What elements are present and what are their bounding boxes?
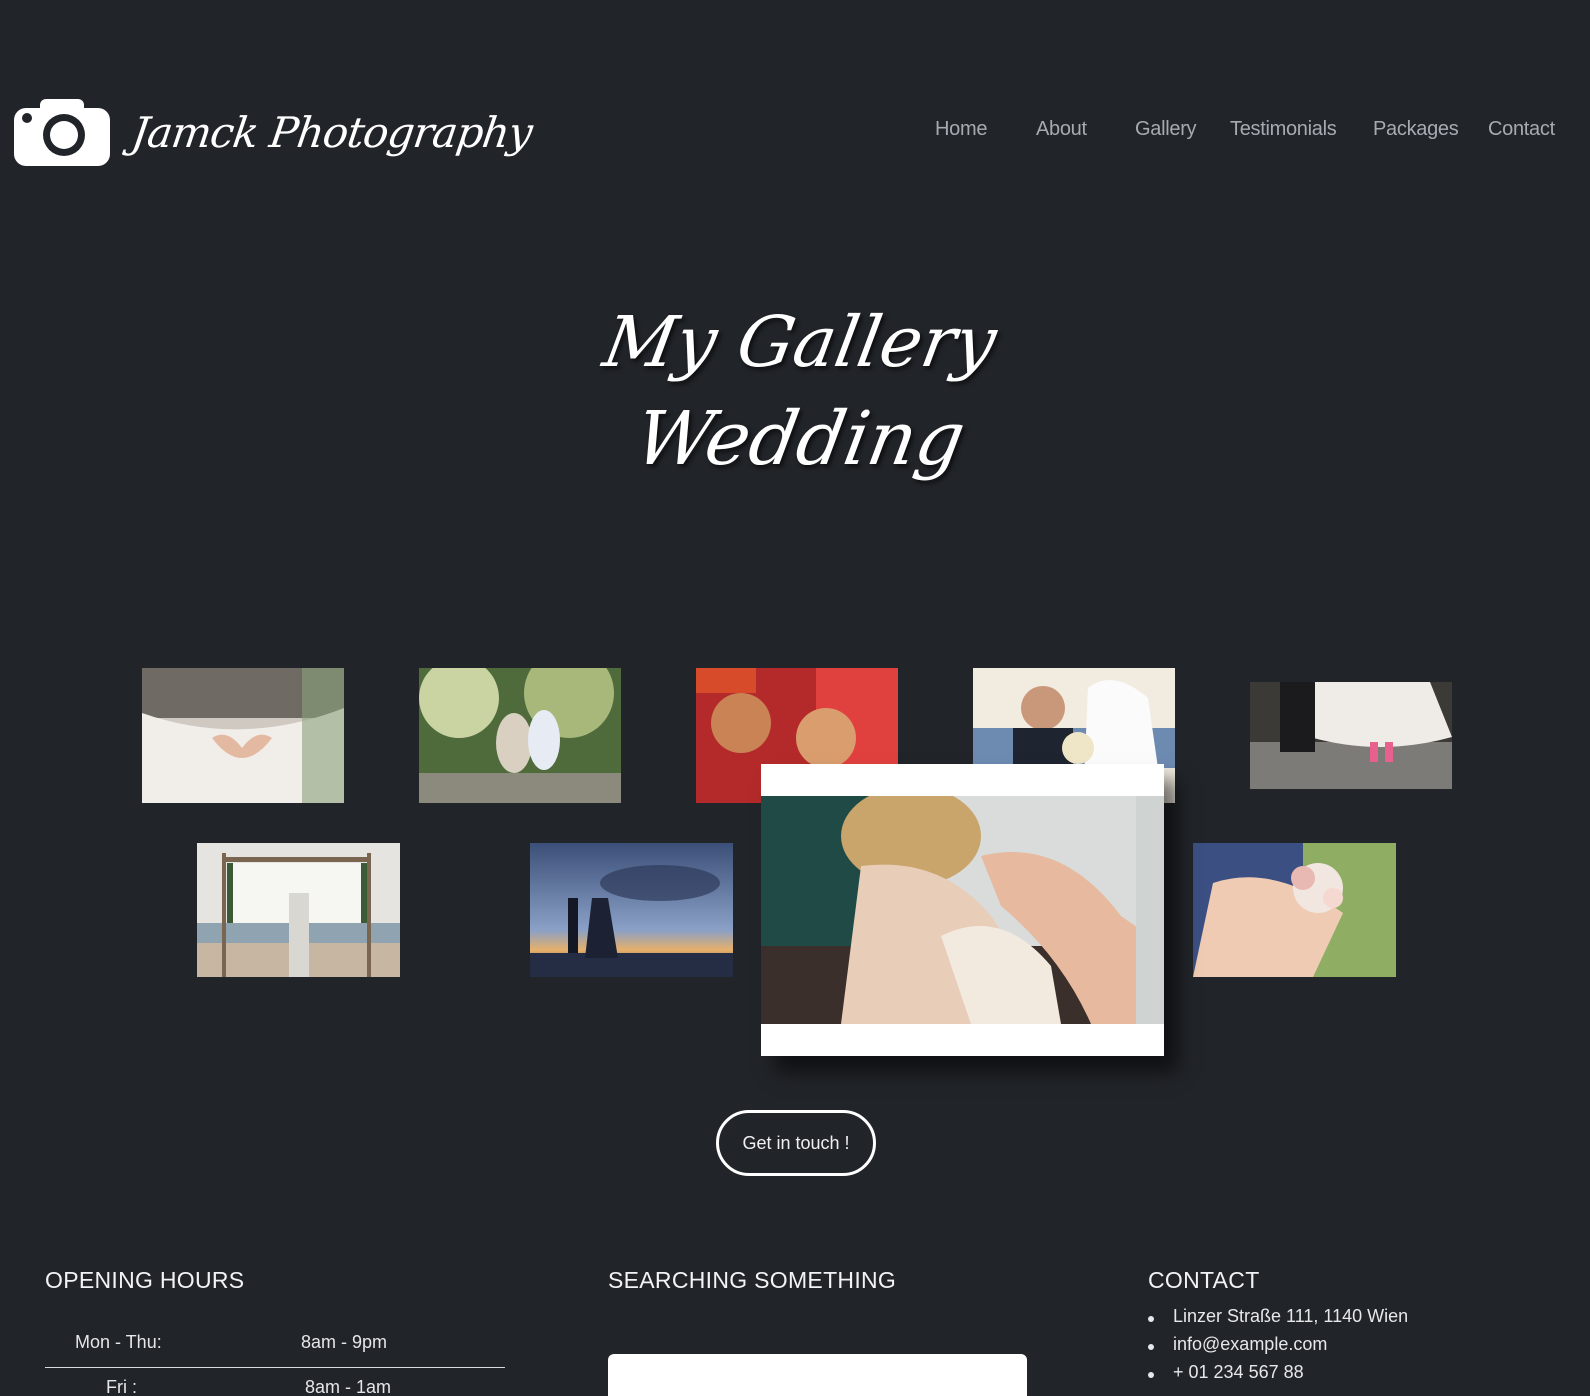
page-title-line-1: My Gallery [597,301,1003,383]
page-title-line-2: Wedding [628,396,972,482]
nav-home[interactable]: Home [935,118,987,141]
contact-email[interactable]: info@example.com [1148,1334,1408,1362]
contact-title: CONTACT [1148,1267,1260,1293]
search-input[interactable] [608,1354,1027,1396]
search-title: SEARCHING SOMETHING [608,1267,897,1293]
nav-testimonials[interactable]: Testimonials [1230,118,1337,141]
hours-time: 8am - 1am [305,1377,392,1396]
hours-day: Fri : [106,1377,137,1396]
nav-gallery[interactable]: Gallery [1135,118,1197,141]
get-in-touch-button[interactable]: Get in touch ! [716,1110,876,1176]
photo-beach-altar[interactable] [197,843,400,977]
hours-day: Mon - Thu: [75,1332,162,1352]
hours-divider [45,1367,505,1368]
lightbox-modal[interactable] [761,764,1164,1056]
hours-time: 8am - 9pm [301,1332,388,1352]
photo-bride-sneakers[interactable] [1250,682,1452,789]
contact-address: Linzer Straße 111, 1140 Wien [1148,1306,1408,1334]
photo-bride-necklace [761,796,1164,1024]
opening-hours-title: OPENING HOURS [45,1267,245,1293]
main-nav: Home About Gallery Testimonials Packages… [0,118,1590,148]
hours-row: Mon - Thu: 8am - 9pm [45,1332,505,1372]
photo-sunset-silhouette[interactable] [530,843,733,977]
nav-contact[interactable]: Contact [1488,118,1555,141]
contact-phone[interactable]: + 01 234 567 88 [1148,1362,1408,1390]
page-title: My Gallery Wedding [598,290,1003,484]
nav-about[interactable]: About [1036,118,1087,141]
nav-packages[interactable]: Packages [1373,118,1459,141]
contact-list: Linzer Straße 111, 1140 Wien info@exampl… [1148,1306,1408,1390]
photo-bride-heart-hands[interactable] [142,668,344,803]
hours-row: Fri : 8am - 1am [45,1377,505,1396]
photo-couple-forest[interactable] [419,668,621,803]
photo-hug-bouquet[interactable] [1193,843,1396,977]
